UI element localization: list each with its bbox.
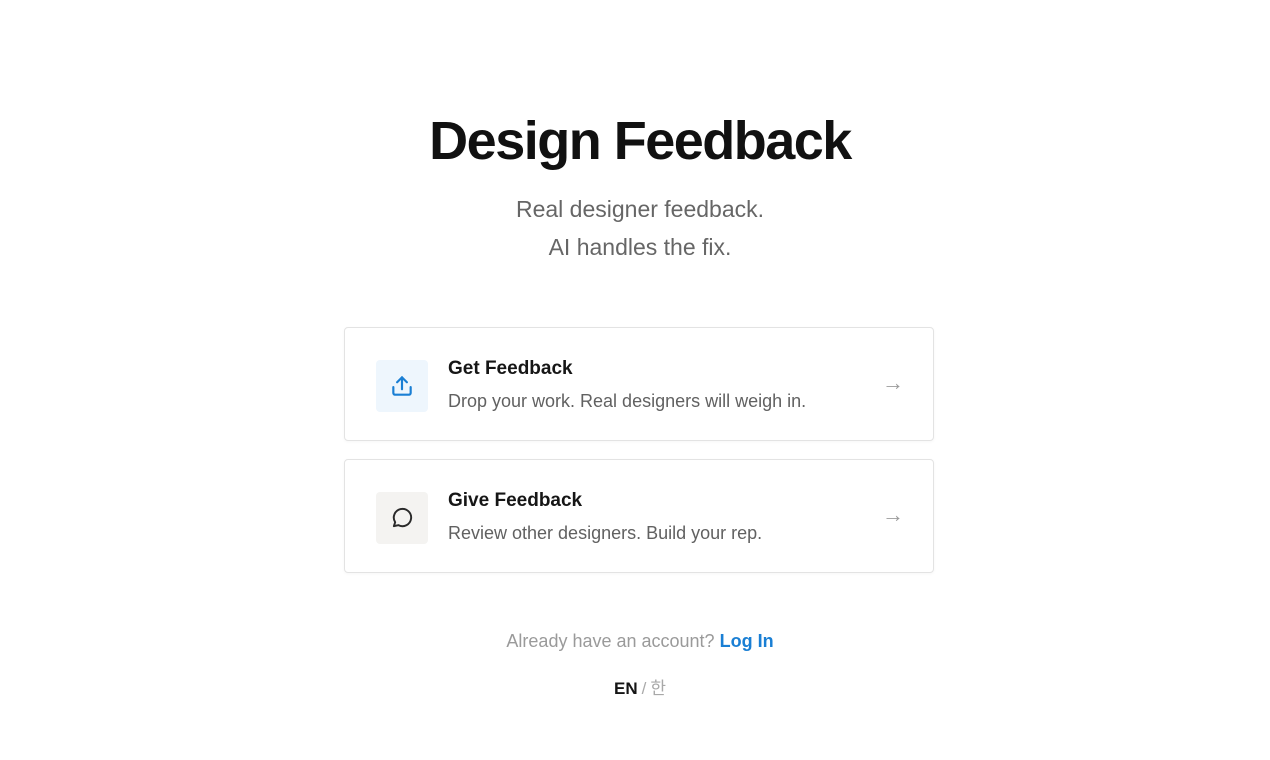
give-feedback-description: Review other designers. Build your rep. xyxy=(448,523,763,543)
login-prompt: Already have an account? Log In xyxy=(0,631,1270,652)
page-title: Design Feedback xyxy=(429,111,852,171)
get-feedback-card[interactable]: Get Feedback Drop your work. Real design… xyxy=(344,327,934,441)
landing-page: Design Feedback Real designer feedback. … xyxy=(0,0,1270,760)
arrow-right-icon: → xyxy=(882,502,904,527)
give-feedback-title: Give Feedback xyxy=(448,490,583,511)
subtitle-line-1: Real designer feedback. xyxy=(515,196,765,222)
login-prompt-text: Already have an account? xyxy=(506,631,715,651)
language-option-en[interactable]: EN xyxy=(614,679,638,698)
language-separator: / xyxy=(641,679,647,698)
get-feedback-description: Drop your work. Real designers will weig… xyxy=(448,391,807,411)
language-option-ko[interactable]: 한 xyxy=(650,679,666,698)
get-feedback-title: Get Feedback xyxy=(448,358,573,379)
subtitle-line-2: AI handles the fix. xyxy=(548,234,732,260)
give-feedback-card[interactable]: Give Feedback Review other designers. Bu… xyxy=(344,459,934,573)
page-subtitle: Real designer feedback. AI handles the f… xyxy=(0,190,1270,266)
arrow-right-icon: → xyxy=(882,370,904,395)
chat-bubble-icon xyxy=(376,492,428,544)
login-link[interactable]: Log In xyxy=(720,631,774,651)
upload-icon xyxy=(376,360,428,412)
language-switcher: EN / 한 xyxy=(0,674,1270,699)
